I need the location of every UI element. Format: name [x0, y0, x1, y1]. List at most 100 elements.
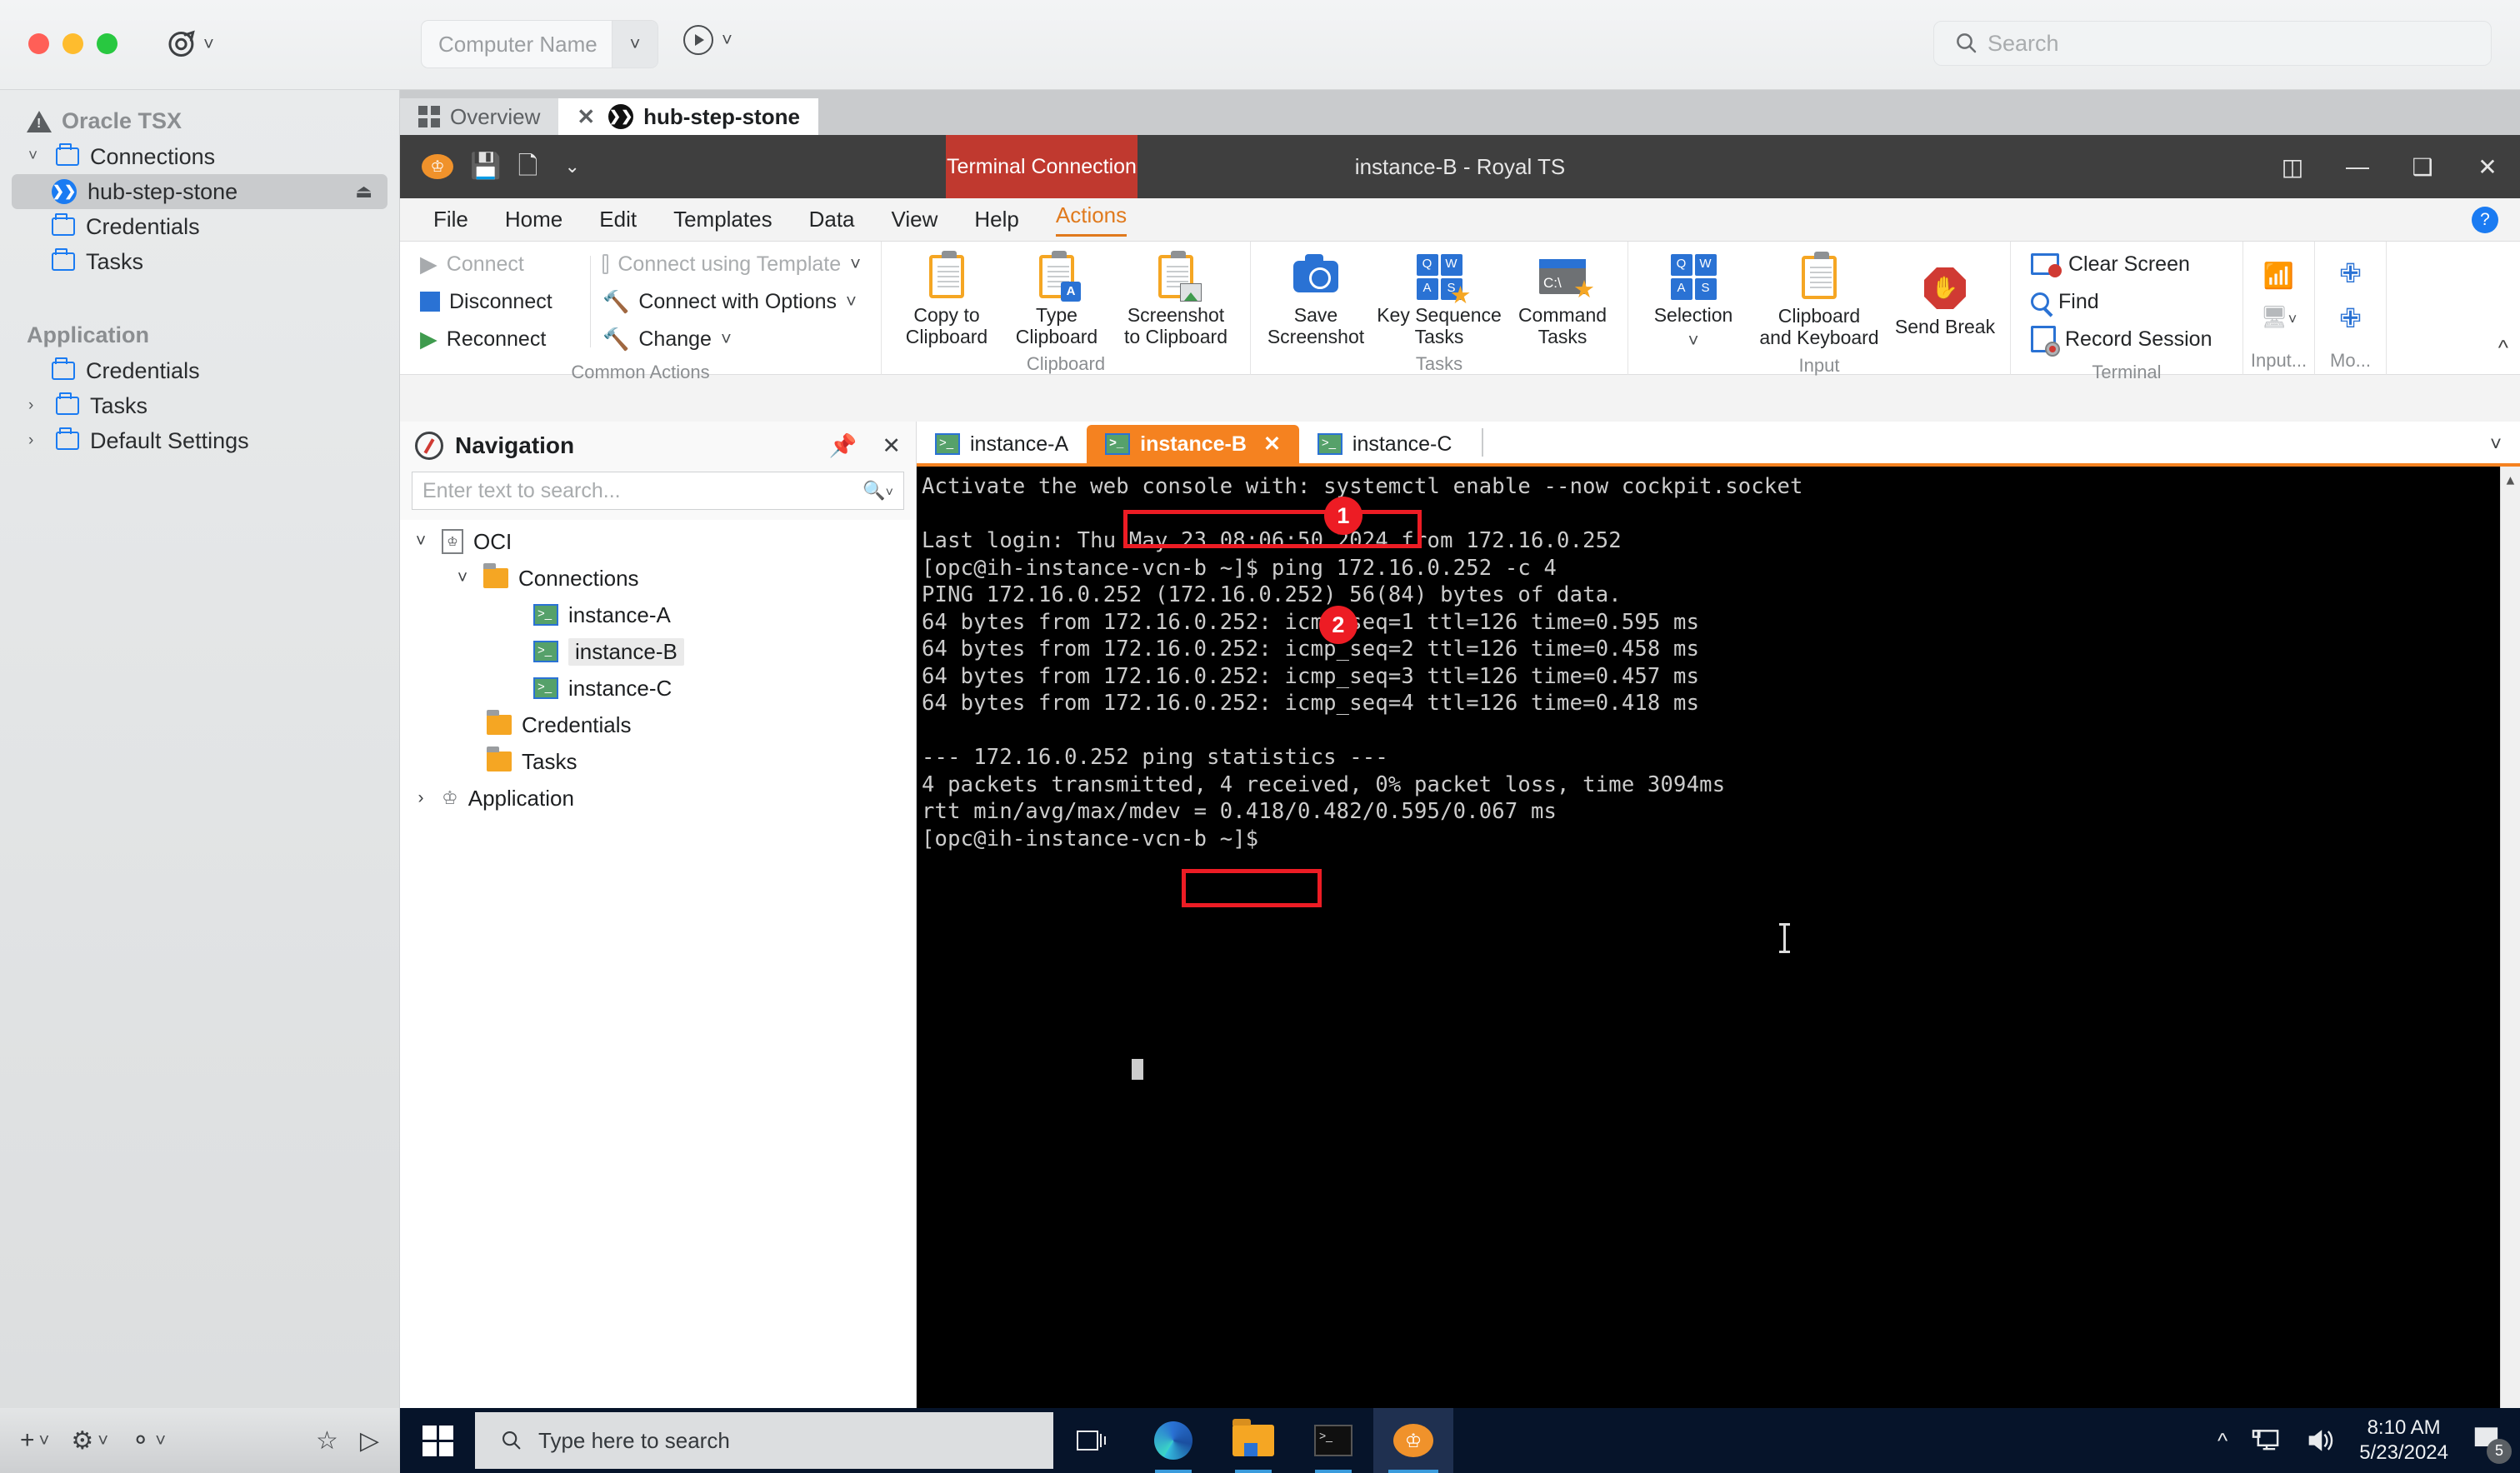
command-prompt-icon[interactable]: >_: [1293, 1408, 1373, 1473]
chevron-down-icon[interactable]: ˅: [203, 35, 214, 53]
edge-icon[interactable]: [1133, 1408, 1213, 1473]
search-icon[interactable]: 🔍˅: [862, 480, 893, 502]
tree-node-instance-a[interactable]: >_ instance-A: [400, 597, 916, 633]
scroll-up-icon[interactable]: ▲: [2501, 467, 2520, 487]
chevron-down-icon[interactable]: ˅: [850, 255, 861, 273]
minimize-icon[interactable]: —: [2325, 135, 2390, 198]
connect-with-options-button[interactable]: 🔨 Connect with Options ˅: [602, 284, 861, 319]
help-icon[interactable]: ?: [2472, 206, 2498, 233]
chevron-down-icon[interactable]: ˅: [2490, 433, 2502, 457]
navigation-search-box[interactable]: 🔍˅: [412, 472, 904, 510]
chevron-right-icon[interactable]: ›: [28, 397, 45, 415]
sidebar-item-credentials[interactable]: Credentials: [0, 209, 399, 244]
terminal-tab-instance-b[interactable]: >_ instance-B ✕: [1087, 425, 1299, 463]
tree-node-oci[interactable]: ˅ ♔ OCI: [400, 523, 916, 560]
network-icon[interactable]: [2251, 1427, 2282, 1454]
favorite-star-icon[interactable]: ☆: [316, 1426, 338, 1456]
connect-button[interactable]: ▶ Connect: [420, 247, 578, 282]
computer-name-combobox[interactable]: Computer Name ˅: [421, 20, 658, 68]
type-clipboard-button[interactable]: A Type Clipboard: [1003, 247, 1110, 348]
run-icon[interactable]: ▷: [360, 1426, 379, 1456]
pin-icon[interactable]: 📌: [829, 432, 858, 459]
window-controls[interactable]: [28, 33, 118, 54]
sidebar-item-connections[interactable]: ˅ Connections: [0, 139, 399, 174]
menu-home[interactable]: Home: [505, 207, 562, 232]
record-session-button[interactable]: Record Session: [2031, 322, 2222, 357]
gear-icon[interactable]: ⚙ ˅: [71, 1426, 108, 1456]
copy-to-clipboard-button[interactable]: Copy to Clipboard: [893, 247, 1000, 348]
key-sequence-tasks-button[interactable]: Q W A S ★ Key Sequence Tasks: [1372, 247, 1506, 348]
terminal-tab-instance-c[interactable]: >_ instance-C: [1299, 425, 1471, 463]
terminal-tab-instance-a[interactable]: >_ instance-A: [917, 425, 1087, 463]
taskbar-search-box[interactable]: Type here to search: [475, 1412, 1053, 1469]
command-tasks-button[interactable]: C:\ ★ Command Tasks: [1509, 247, 1616, 348]
tab-hub-step-stone[interactable]: ✕ ❯❯ hub-step-stone: [558, 98, 818, 135]
chevron-right-icon[interactable]: ›: [28, 432, 45, 450]
broadcast-screen-icon[interactable]: 🖥˅: [2261, 304, 2298, 330]
menu-help[interactable]: Help: [974, 207, 1018, 232]
notification-center-icon[interactable]: 5: [2472, 1425, 2512, 1464]
chevron-right-icon[interactable]: ›: [410, 788, 432, 808]
close-icon[interactable]: ✕: [882, 433, 901, 459]
chevron-down-icon[interactable]: ˅: [410, 532, 432, 552]
computer-name-dropdown-arrow[interactable]: ˅: [612, 21, 658, 67]
terminal-scrollbar[interactable]: ▲ ▼: [2500, 467, 2520, 1425]
tree-node-tasks[interactable]: Tasks: [400, 743, 916, 780]
reconnect-button[interactable]: ▶ Reconnect: [420, 322, 578, 357]
selection-button[interactable]: QWAS Selection ˅: [1640, 247, 1747, 350]
connect-using-template-button[interactable]: Connect using Template ˅: [602, 247, 861, 282]
clipboard-and-keyboard-button[interactable]: Clipboard and Keyboard: [1750, 247, 1888, 349]
shuffle-icon[interactable]: ✙: [2339, 257, 2362, 289]
restore-icon[interactable]: ❑: [2390, 135, 2455, 198]
find-button[interactable]: Find: [2031, 284, 2222, 319]
tab-overview[interactable]: Overview: [400, 98, 559, 135]
close-tab-icon[interactable]: ✕: [1263, 432, 1281, 457]
royalts-icon[interactable]: ♔: [1373, 1408, 1453, 1473]
collapse-ribbon-icon[interactable]: ^: [2498, 335, 2508, 361]
save-screenshot-button[interactable]: Save Screenshot: [1262, 247, 1369, 348]
tree-node-credentials[interactable]: Credentials: [400, 707, 916, 743]
terminal-output[interactable]: Activate the web console with: systemctl…: [917, 467, 2520, 1425]
close-window-button[interactable]: [28, 33, 49, 54]
chevron-down-icon[interactable]: ˅: [846, 292, 857, 311]
show-hidden-icons-icon[interactable]: ^: [2218, 1428, 2228, 1454]
sidebar-item-hub-step-stone[interactable]: ❯❯ hub-step-stone ⏏: [12, 174, 388, 209]
screenshot-to-clipboard-button[interactable]: Screenshot to Clipboard: [1113, 247, 1238, 348]
tree-node-instance-c[interactable]: >_ instance-C: [400, 670, 916, 707]
chevron-down-icon[interactable]: ˅: [721, 330, 732, 348]
sidebar-item-default-settings[interactable]: › Default Settings: [0, 423, 399, 458]
sidebar-item-app-tasks[interactable]: › Tasks: [0, 388, 399, 423]
chevron-down-icon[interactable]: ˅: [1688, 331, 1699, 350]
shuffle-icon[interactable]: ✙: [2339, 302, 2362, 334]
chevron-down-icon[interactable]: ˅: [28, 147, 45, 166]
menu-view[interactable]: View: [892, 207, 938, 232]
change-button[interactable]: 🔨 Change ˅: [602, 322, 861, 357]
close-tab-icon[interactable]: ✕: [577, 104, 595, 130]
add-session-button[interactable]: + ˅: [20, 1426, 49, 1455]
eject-icon[interactable]: ⏏: [355, 181, 372, 202]
menu-file[interactable]: File: [433, 207, 468, 232]
task-view-icon[interactable]: [1053, 1408, 1133, 1473]
sidebar-item-app-credentials[interactable]: Credentials: [0, 353, 399, 388]
maximize-window-button[interactable]: [97, 33, 118, 54]
transfer-icon[interactable]: ⚬ ˅: [130, 1426, 166, 1456]
file-explorer-icon[interactable]: [1213, 1408, 1293, 1473]
disconnect-button[interactable]: Disconnect: [420, 284, 578, 319]
start-button[interactable]: [400, 1408, 475, 1473]
tree-node-connections[interactable]: ˅ Connections: [400, 560, 916, 597]
connect-play-button[interactable]: ˅: [683, 25, 732, 55]
sidebar-item-tasks[interactable]: Tasks: [0, 244, 399, 279]
tree-node-application[interactable]: › ♔ Application: [400, 780, 916, 816]
minimize-window-button[interactable]: [62, 33, 83, 54]
navigation-search-input[interactable]: [422, 478, 863, 503]
play-icon[interactable]: [683, 25, 713, 55]
chevron-down-icon[interactable]: ˅: [722, 31, 732, 49]
broadcast-icon[interactable]: 📶: [2263, 262, 2294, 291]
send-break-button[interactable]: ✋ Send Break: [1892, 258, 1998, 338]
menu-data[interactable]: Data: [809, 207, 855, 232]
menu-templates[interactable]: Templates: [673, 207, 772, 232]
menu-actions[interactable]: Actions: [1055, 202, 1128, 237]
global-search-field[interactable]: Search: [1933, 21, 2492, 66]
taskbar-clock[interactable]: 8:10 AM 5/23/2024: [2359, 1416, 2448, 1466]
chevron-down-icon[interactable]: ˅: [452, 568, 473, 588]
